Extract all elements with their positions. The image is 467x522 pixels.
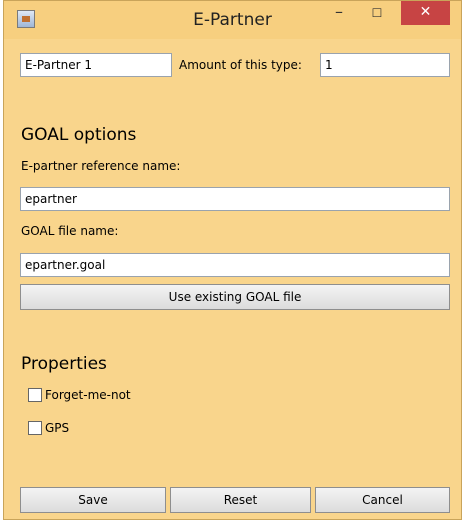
title-bar[interactable]: E-Partner – ☐ ✕ bbox=[4, 1, 461, 39]
reference-name-label: E-partner reference name: bbox=[21, 159, 181, 173]
amount-field[interactable]: 1 bbox=[320, 53, 450, 77]
window-title: E-Partner bbox=[193, 10, 272, 30]
cancel-button[interactable]: Cancel bbox=[315, 487, 450, 513]
reference-name-field[interactable]: epartner bbox=[20, 187, 450, 211]
partner-name-field[interactable]: E-Partner 1 bbox=[20, 53, 172, 77]
goal-file-field[interactable]: epartner.goal bbox=[20, 253, 450, 277]
amount-label: Amount of this type: bbox=[179, 58, 302, 72]
gps-checkbox-row[interactable]: GPS bbox=[28, 418, 69, 438]
minimize-button[interactable]: – bbox=[324, 1, 354, 25]
goal-file-label: GOAL file name: bbox=[21, 224, 119, 238]
use-existing-goal-button[interactable]: Use existing GOAL file bbox=[20, 284, 450, 310]
reset-button[interactable]: Reset bbox=[170, 487, 311, 513]
e-partner-window: E-Partner – ☐ ✕ E-Partner 1 Amount of th… bbox=[3, 0, 462, 520]
close-button[interactable]: ✕ bbox=[401, 1, 450, 25]
forget-me-not-label: Forget-me-not bbox=[45, 388, 131, 402]
properties-heading: Properties bbox=[21, 354, 107, 374]
gps-checkbox[interactable] bbox=[28, 421, 42, 435]
forget-me-not-checkbox[interactable] bbox=[28, 388, 42, 402]
gps-label: GPS bbox=[45, 421, 70, 435]
forget-me-not-checkbox-row[interactable]: Forget-me-not bbox=[28, 385, 131, 405]
maximize-button[interactable]: ☐ bbox=[362, 1, 392, 25]
save-button[interactable]: Save bbox=[20, 487, 166, 513]
goal-options-heading: GOAL options bbox=[21, 125, 137, 145]
